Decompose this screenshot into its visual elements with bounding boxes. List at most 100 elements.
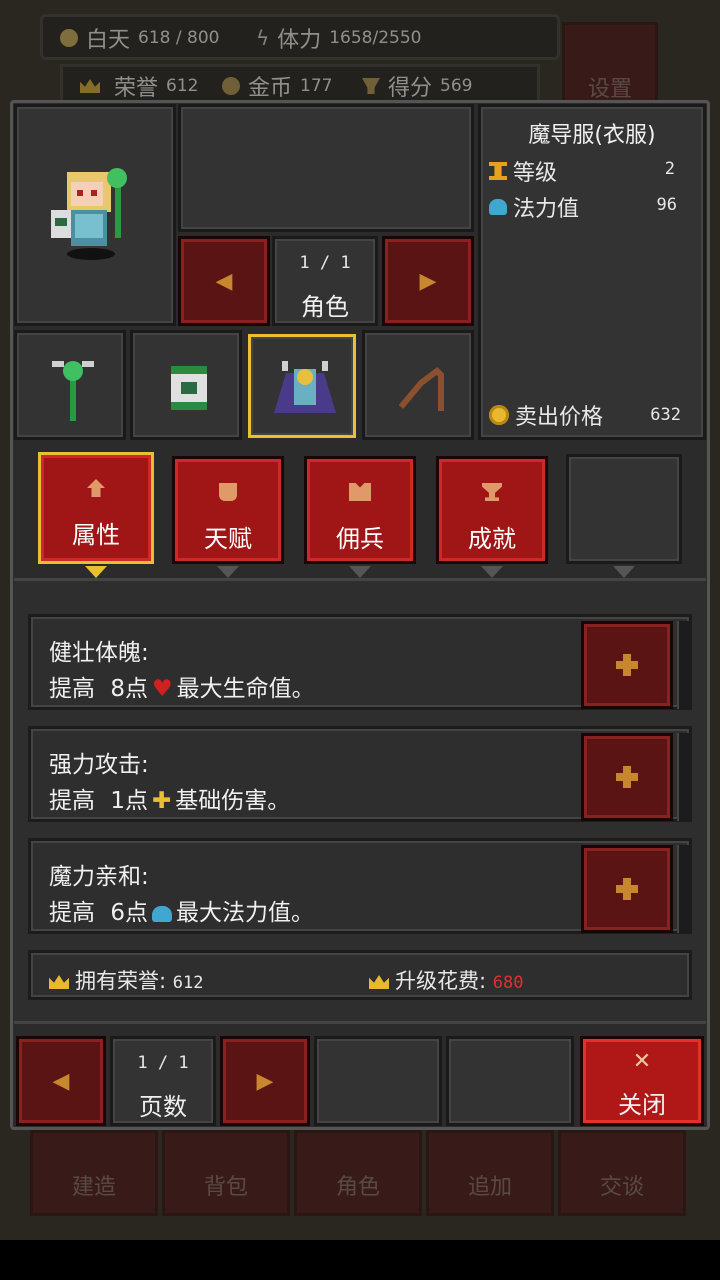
- crown-icon: [49, 975, 69, 989]
- page-pager: 1 / 1 页数: [110, 1036, 216, 1126]
- gold-label: 金币: [248, 76, 293, 101]
- day-label: 白天: [86, 28, 131, 53]
- nav-talk-button[interactable]: 交谈: [558, 1130, 686, 1216]
- item-mana-value: 96: [656, 195, 677, 215]
- nav-bag-button[interactable]: 背包: [162, 1130, 290, 1216]
- honor-label: 荣誉: [114, 76, 159, 101]
- item-sell-label: 卖出价格: [515, 405, 604, 430]
- tab-talents[interactable]: 天赋: [172, 456, 284, 564]
- character-pager: 1 / 1 角色: [272, 236, 378, 326]
- arrow-left-icon: ◀: [215, 268, 233, 294]
- score-counter: 得分 569: [362, 70, 472, 102]
- honor-value: 612: [166, 76, 199, 96]
- nav-character-button[interactable]: 角色: [294, 1130, 422, 1216]
- nav-bag-label: 背包: [203, 1175, 248, 1200]
- add-mana-affinity-button[interactable]: [581, 845, 673, 933]
- footer-empty-slot: [314, 1036, 442, 1126]
- stat-amount: 8点: [110, 676, 148, 702]
- coin-icon: [489, 405, 509, 425]
- stat-title: 强力攻击:: [49, 752, 149, 778]
- settings-button[interactable]: 设置: [562, 22, 658, 104]
- equip-slot-accessory[interactable]: [362, 330, 474, 440]
- gold-counter: 金币 177: [222, 70, 332, 102]
- add-power-attack-button[interactable]: [581, 733, 673, 821]
- stat-row-power-attack: 强力攻击: 提高 1点 ✚ 基础伤害。: [28, 726, 692, 822]
- stat-row-edge: [677, 621, 689, 709]
- honor-owned-label: 拥有荣誉:: [75, 969, 167, 993]
- tab-empty: [566, 454, 682, 564]
- stat-name: 最大生命值。: [176, 676, 315, 702]
- trophy-icon: [362, 78, 380, 94]
- arrow-left-icon: ◀: [52, 1068, 70, 1094]
- item-level-value: 2: [664, 159, 675, 179]
- tab-achievements[interactable]: 成就: [436, 456, 548, 564]
- page-pager-label: 页数: [139, 1093, 187, 1121]
- gold-value: 177: [300, 76, 333, 96]
- item-name: 魔导服(衣服): [528, 123, 656, 148]
- item-sell-row: 卖出价格: [489, 399, 603, 431]
- honor-owned-value: 612: [172, 973, 204, 993]
- lightning-icon: ϟ: [256, 26, 270, 50]
- item-mana-label: 法力值: [513, 197, 580, 222]
- item-sell-value: 632: [650, 405, 681, 425]
- character-next-button[interactable]: ▶: [382, 236, 474, 326]
- page-next-button[interactable]: ▶: [220, 1036, 310, 1126]
- nav-add-label: 追加: [467, 1175, 512, 1200]
- stat-description: 提高 8点 ♥ 最大生命值。: [49, 669, 315, 703]
- equip-slot-offhand[interactable]: [130, 330, 242, 440]
- page-prev-button[interactable]: ◀: [16, 1036, 106, 1126]
- nav-build-button[interactable]: 建造: [30, 1130, 158, 1216]
- equip-slot-weapon[interactable]: [14, 330, 126, 440]
- sparkle-icon: ✚: [151, 788, 172, 814]
- stamina-counter: ϟ 体力 1658/2550: [256, 22, 421, 54]
- honor-owned: 拥有荣誉: 612: [49, 965, 203, 995]
- day-value: 618 / 800: [138, 28, 220, 48]
- settings-label: 设置: [587, 77, 632, 102]
- honor-summary-bar: 拥有荣誉: 612 升级花费: 680: [28, 950, 692, 1000]
- item-mana-row: 法力值: [489, 191, 579, 223]
- stat-prefix: 提高: [49, 788, 95, 814]
- crown-icon: [80, 79, 100, 93]
- whip-icon: [398, 367, 444, 411]
- item-level-label: 等级: [513, 161, 558, 186]
- tab-mercenaries[interactable]: 佣兵: [304, 456, 416, 564]
- nav-talk-label: 交谈: [599, 1175, 644, 1200]
- stat-amount: 6点: [110, 900, 148, 926]
- shield-icon: [219, 483, 237, 501]
- stat-name: 基础伤害。: [175, 788, 291, 814]
- stat-description: 提高 6点 最大法力值。: [49, 893, 314, 927]
- tab-achievements-label: 成就: [468, 525, 516, 553]
- character-portrait-slot: [14, 104, 176, 326]
- plus-icon: [616, 766, 638, 788]
- mage-character-icon: [51, 168, 127, 260]
- tab-attributes[interactable]: 属性: [38, 452, 154, 564]
- stat-row-edge: [677, 845, 689, 933]
- nav-add-button[interactable]: 追加: [426, 1130, 554, 1216]
- stat-row-constitution: 健壮体魄: 提高 8点 ♥ 最大生命值。: [28, 614, 692, 710]
- score-label: 得分: [388, 76, 433, 101]
- character-prev-button[interactable]: ◀: [178, 236, 270, 326]
- level-icon: [489, 162, 507, 180]
- up-arrow-icon: [87, 479, 105, 497]
- plus-icon: [616, 654, 638, 676]
- add-constitution-button[interactable]: [581, 621, 673, 709]
- stamina-value: 1658/2550: [329, 28, 422, 48]
- stat-title: 魔力亲和:: [49, 864, 149, 890]
- shirt-icon: [349, 483, 371, 501]
- equip-slot-armor[interactable]: [248, 334, 356, 438]
- trophy-icon: [482, 483, 502, 501]
- bottom-nav: 建造 背包 角色 追加 交谈: [30, 1130, 690, 1220]
- close-button[interactable]: ✕ 关闭: [580, 1036, 704, 1126]
- upgrade-cost-label: 升级花费:: [395, 969, 487, 993]
- tab-talents-label: 天赋: [204, 525, 252, 553]
- sun-icon: [60, 29, 78, 47]
- character-pager-count: 1 / 1: [299, 253, 351, 273]
- tab-mercenaries-label: 佣兵: [336, 525, 384, 553]
- upgrade-cost: 升级花费: 680: [369, 965, 523, 995]
- heart-icon: ♥: [151, 676, 173, 702]
- stat-prefix: 提高: [49, 676, 95, 702]
- stat-title: 健壮体魄:: [49, 640, 149, 666]
- footer-empty-slot: [446, 1036, 574, 1126]
- mage-robe-icon: [274, 361, 336, 413]
- stat-row-edge: [677, 733, 689, 821]
